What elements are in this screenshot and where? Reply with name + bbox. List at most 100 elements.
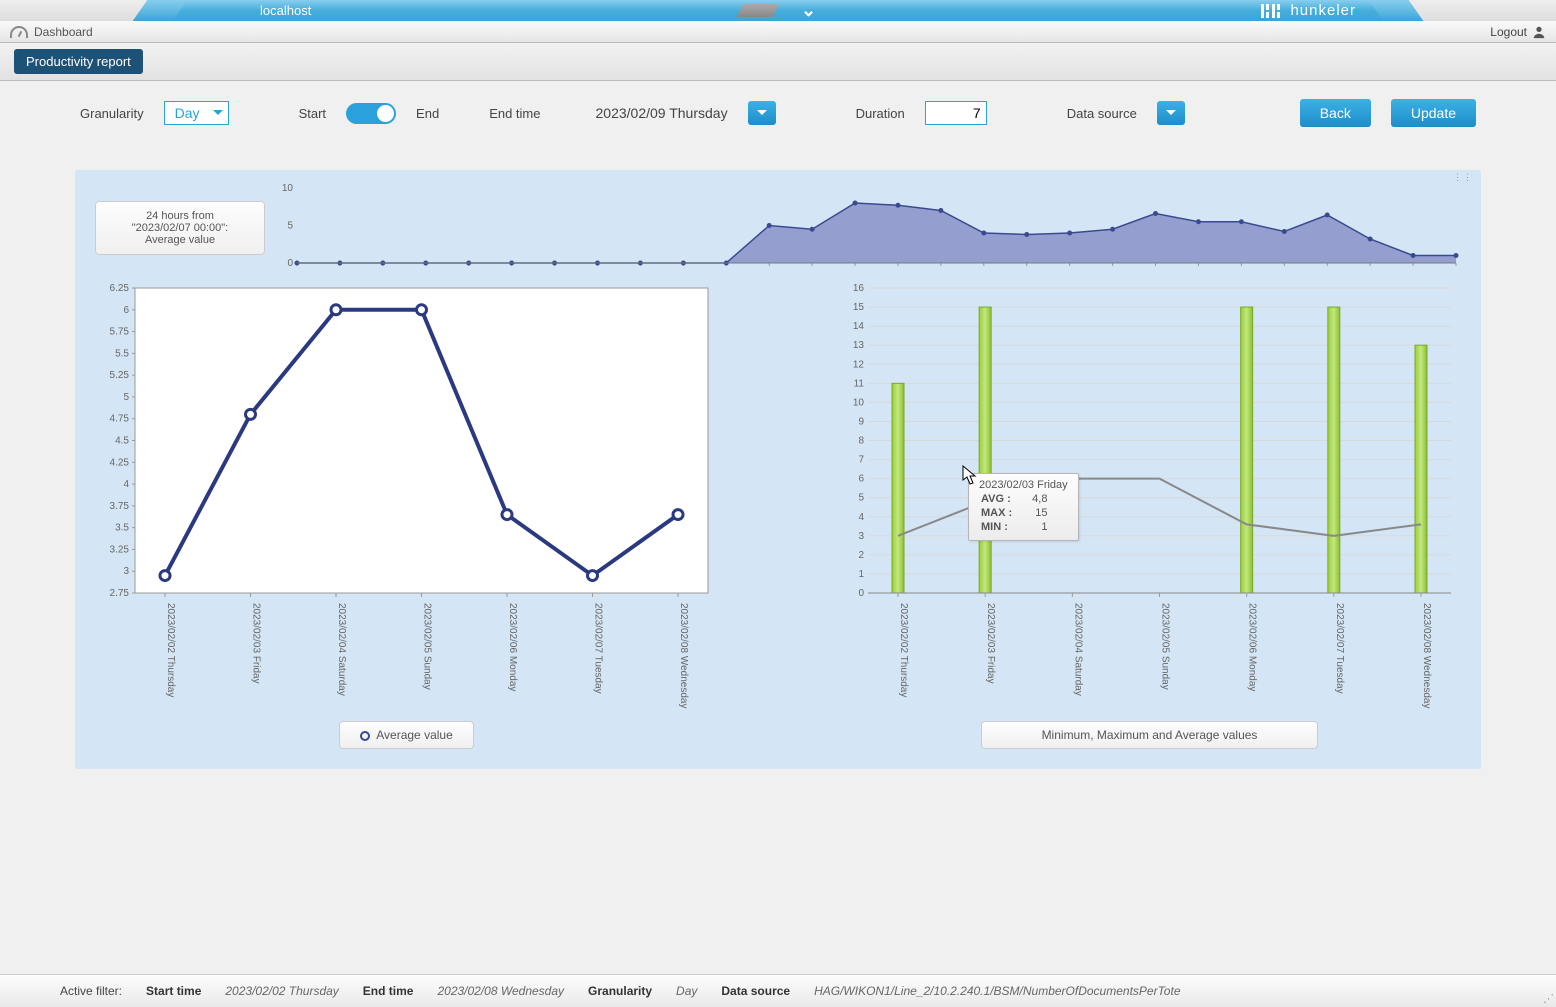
svg-text:2023/02/08 Wednesday: 2023/02/08 Wednesday <box>1421 603 1432 708</box>
dashboard-link[interactable]: Dashboard <box>10 25 93 39</box>
svg-text:2023/02/03 Friday: 2023/02/03 Friday <box>251 603 262 684</box>
svg-text:2023/02/08 Wednesday: 2023/02/08 Wednesday <box>678 603 689 708</box>
info-box: 24 hours from "2023/02/07 00:00": Averag… <box>95 201 265 255</box>
info-line3: Average value <box>102 234 258 246</box>
topbar-slab-icon[interactable] <box>737 4 779 17</box>
svg-text:3.75: 3.75 <box>110 501 130 512</box>
tab-productivity-report[interactable]: Productivity report <box>14 49 143 74</box>
topbar-center-controls: ⌄ <box>740 0 816 21</box>
svg-text:10: 10 <box>282 183 294 194</box>
svg-text:3: 3 <box>123 566 129 577</box>
person-icon <box>1532 25 1546 39</box>
svg-text:16: 16 <box>853 283 865 294</box>
svg-text:14: 14 <box>853 321 865 332</box>
charts-panel: ⋮⋮ 24 hours from "2023/02/07 00:00": Ave… <box>75 170 1481 769</box>
footer-activefilter-label: Active filter: <box>60 984 122 998</box>
datasource-label: Data source <box>1067 106 1137 121</box>
endtime-value: 2023/02/09 Thursday <box>596 105 728 121</box>
endtime-label: End time <box>489 106 540 121</box>
legend-right-text: Minimum, Maximum and Average values <box>1042 728 1258 742</box>
dashboard-icon <box>10 26 28 38</box>
svg-text:6: 6 <box>858 474 864 485</box>
min-max-avg-chart[interactable]: 0123456789101112131415162023/02/02 Thurs… <box>838 283 1461 713</box>
average-value-chart[interactable]: 2.7533.253.53.7544.254.54.7555.255.55.75… <box>95 283 718 713</box>
info-line2: "2023/02/07 00:00": <box>102 222 258 234</box>
svg-text:2023/02/07 Tuesday: 2023/02/07 Tuesday <box>1334 603 1345 694</box>
legend-left-text: Average value <box>376 728 453 742</box>
endtime-dropdown-button[interactable] <box>748 101 776 125</box>
duration-label: Duration <box>856 106 905 121</box>
logout-link[interactable]: Logout <box>1490 25 1546 39</box>
brand-text: hunkeler <box>1290 2 1356 19</box>
svg-text:2023/02/02 Thursday: 2023/02/02 Thursday <box>898 603 909 697</box>
resize-grip-icon[interactable]: ⋰ <box>1543 992 1554 1005</box>
drag-handle-icon[interactable]: ⋮⋮ <box>75 170 1481 183</box>
svg-text:0: 0 <box>858 588 864 599</box>
svg-text:3.25: 3.25 <box>110 544 130 555</box>
end-label: End <box>416 106 439 121</box>
svg-text:2023/02/07 Tuesday: 2023/02/07 Tuesday <box>593 603 604 694</box>
update-button[interactable]: Update <box>1391 99 1476 127</box>
chart-tooltip: 2023/02/03 Friday AVG :4,8 MAX :15 MIN :… <box>968 473 1079 541</box>
footer-gran-label: Granularity <box>588 984 652 998</box>
duration-input[interactable] <box>925 101 987 125</box>
svg-text:2023/02/06 Monday: 2023/02/06 Monday <box>1247 603 1258 691</box>
svg-text:3.5: 3.5 <box>115 523 129 534</box>
svg-text:2023/02/06 Monday: 2023/02/06 Monday <box>507 603 518 691</box>
footer-start-label: Start time <box>146 984 201 998</box>
svg-text:5: 5 <box>858 493 864 504</box>
svg-text:11: 11 <box>854 378 865 389</box>
svg-text:2023/02/04 Saturday: 2023/02/04 Saturday <box>1072 603 1083 696</box>
svg-text:5.25: 5.25 <box>110 370 130 381</box>
footer-start-value: 2023/02/02 Thursday <box>225 984 338 998</box>
footer-gran-value: Day <box>676 984 697 998</box>
tooltip-table: AVG :4,8 MAX :15 MIN :1 <box>979 491 1049 535</box>
svg-text:1: 1 <box>858 569 864 580</box>
legend-marker-icon <box>360 731 370 741</box>
svg-text:5.75: 5.75 <box>110 327 130 338</box>
svg-text:7: 7 <box>858 455 864 466</box>
start-label: Start <box>299 106 326 121</box>
hourly-overview-chart[interactable]: 0 5 10 <box>275 183 1461 273</box>
svg-text:2.75: 2.75 <box>110 588 130 599</box>
svg-text:4: 4 <box>123 479 129 490</box>
footer-end-value: 2023/02/08 Wednesday <box>437 984 564 998</box>
svg-text:2023/02/04 Saturday: 2023/02/04 Saturday <box>336 603 347 696</box>
back-button[interactable]: Back <box>1300 99 1371 127</box>
host-label: localhost <box>260 3 311 18</box>
svg-text:4.25: 4.25 <box>110 457 130 468</box>
logout-label: Logout <box>1490 25 1527 39</box>
topbar-right-cap <box>1396 0 1556 21</box>
svg-text:9: 9 <box>858 416 864 427</box>
legend-minmax: Minimum, Maximum and Average values <box>981 721 1319 749</box>
tab-bar: Productivity report <box>0 43 1556 81</box>
footer-ds-value: HAG/WIKON1/Line_2/10.2.240.1/BSM/NumberO… <box>814 984 1180 998</box>
branding-bar: localhost ⌄ hunkeler <box>0 0 1556 21</box>
granularity-label: Granularity <box>80 106 144 121</box>
svg-text:0: 0 <box>287 258 293 269</box>
controls-row: Granularity Day Start End End time 2023/… <box>0 81 1556 145</box>
svg-text:5: 5 <box>287 221 293 232</box>
footer-bar: Active filter: Start time 2023/02/02 Thu… <box>0 974 1556 1007</box>
svg-text:13: 13 <box>853 340 865 351</box>
svg-text:12: 12 <box>853 359 865 370</box>
svg-text:8: 8 <box>858 436 864 447</box>
svg-text:5.5: 5.5 <box>115 348 129 359</box>
svg-text:4: 4 <box>858 512 864 523</box>
svg-text:2023/02/03 Friday: 2023/02/03 Friday <box>985 603 996 684</box>
chevron-down-icon[interactable]: ⌄ <box>801 0 816 21</box>
info-line1: 24 hours from <box>102 210 258 222</box>
svg-text:10: 10 <box>853 397 865 408</box>
svg-text:2023/02/05 Sunday: 2023/02/05 Sunday <box>422 603 433 690</box>
footer-end-label: End time <box>363 984 414 998</box>
start-end-toggle[interactable] <box>346 103 396 124</box>
topbar-left-cap <box>0 0 160 21</box>
brand-logo: hunkeler <box>1260 2 1356 20</box>
granularity-select[interactable]: Day <box>164 101 229 125</box>
svg-text:6: 6 <box>123 305 129 316</box>
legend-average: Average value <box>339 721 474 749</box>
datasource-dropdown-button[interactable] <box>1157 101 1185 125</box>
footer-ds-label: Data source <box>721 984 790 998</box>
svg-text:15: 15 <box>853 302 865 313</box>
svg-text:3: 3 <box>858 531 864 542</box>
